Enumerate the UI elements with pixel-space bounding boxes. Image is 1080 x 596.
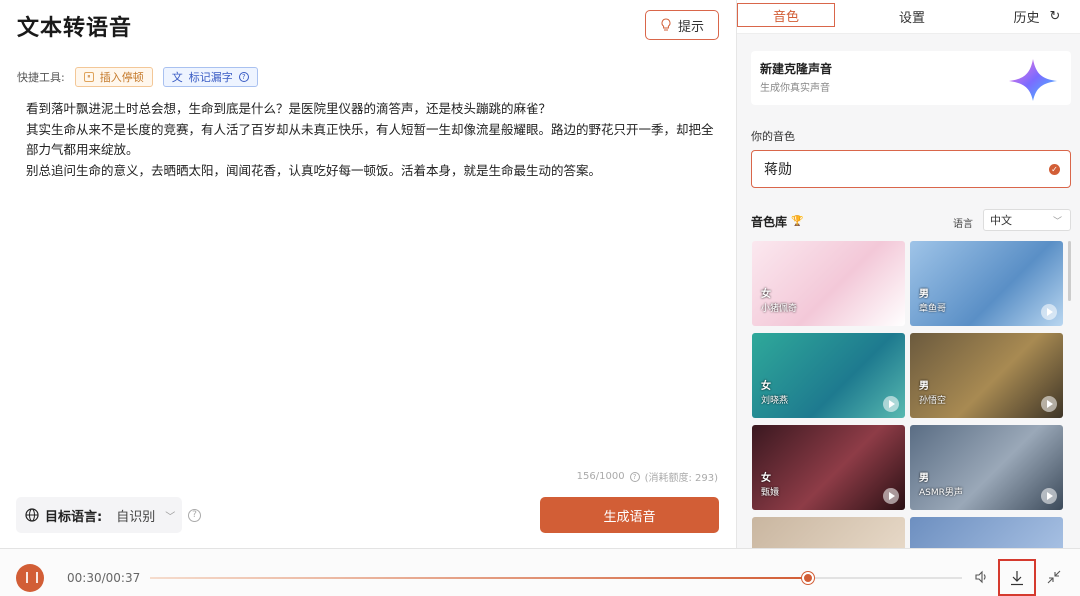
play-icon[interactable]: [883, 396, 899, 412]
voice-grid-scrollbar[interactable]: [1068, 241, 1071, 301]
insert-pause-label: 插入停顿: [99, 71, 144, 84]
text-line: 其实生命从来不是长度的竞赛，有人活了百岁却从未真正快乐，有人短暂一生却像流星般耀…: [26, 121, 714, 158]
progress-fill: [150, 577, 808, 579]
editor-panel: 文本转语音 提示 快捷工具: ⏸ 插入停顿 文 标记漏字 ? 看到落叶飘进泥土时…: [0, 0, 736, 548]
voice-library-label: 音色库: [751, 215, 788, 229]
play-icon[interactable]: [1041, 396, 1057, 412]
tts-app: 文本转语音 提示 快捷工具: ⏸ 插入停顿 文 标记漏字 ? 看到落叶飘进泥土时…: [0, 0, 1080, 596]
voice-gender: 男: [919, 473, 929, 484]
clone-subtitle: 生成你真实声音: [760, 83, 830, 94]
volume-icon[interactable]: [974, 570, 988, 584]
text-line: 别总追问生命的意义，去晒晒太阳，闻闻花香，认真吃好每一顿饭。活着本身，就是生命最…: [26, 162, 602, 178]
your-voice-label: 你的音色: [751, 130, 795, 143]
hint-label: 提示: [677, 19, 704, 35]
quota-text: (消耗额度: 293): [644, 473, 718, 484]
voice-gender: 女: [761, 473, 771, 484]
play-icon[interactable]: [1041, 304, 1057, 320]
quick-tools-label: 快捷工具:: [17, 71, 65, 84]
sparkle-icon: [1009, 59, 1057, 101]
play-icon[interactable]: [1041, 488, 1057, 504]
pause-icon: ⏸: [83, 72, 94, 82]
target-language-value: 自识别: [116, 509, 156, 525]
voice-gender: 女: [761, 381, 771, 392]
download-button[interactable]: [998, 559, 1036, 596]
page-title: 文本转语音: [17, 16, 133, 41]
mark-missing-label: 标记漏字: [188, 71, 233, 84]
voice-name: ASMR男声: [919, 488, 963, 498]
voice-gender: 男: [919, 381, 929, 392]
voice-name: 孙悟空: [919, 396, 947, 406]
insert-pause-button[interactable]: ⏸ 插入停顿: [74, 67, 153, 87]
selected-voice-name: 蒋勋: [764, 162, 792, 178]
play-pause-button[interactable]: [16, 564, 44, 592]
playback-time: 00:30/00:37: [67, 571, 141, 585]
voice-card[interactable]: 男 ASMR男声: [910, 425, 1063, 510]
voice-card[interactable]: [910, 517, 1063, 548]
new-clone-voice-card[interactable]: 新建克隆声音 生成你真实声音: [751, 51, 1071, 105]
language-select[interactable]: 中文 ﹀: [983, 209, 1071, 231]
target-language-label: 目标语言:: [45, 509, 103, 525]
help-icon[interactable]: ?: [238, 72, 249, 82]
voice-card[interactable]: 女 甄嬛: [752, 425, 905, 510]
voice-gender: 男: [919, 289, 929, 300]
voice-name: 小猪佩奇: [761, 304, 798, 314]
generate-speech-button[interactable]: 生成语音: [540, 497, 719, 533]
target-language-select[interactable]: 目标语言: 自识别 ﹀: [16, 497, 182, 533]
voice-panel: 音色 设置 历史 ↻ 新建克隆声音 生成你真实声音 你的音色 蒋勋 ✓ 音色库 …: [736, 0, 1080, 548]
chevron-down-icon: ﹀: [1052, 216, 1062, 227]
char-count: 156/1000: [576, 471, 625, 482]
language-label: 语言: [953, 219, 973, 230]
voice-grid: 女 小猪佩奇 男 章鱼哥 女 刘晓燕 男 孙悟空 女 甄嬛 男 ASMR男声: [752, 241, 1064, 548]
collapse-icon[interactable]: [1047, 570, 1061, 584]
panel-tabs: 音色 设置 历史 ↻: [737, 0, 1080, 34]
download-icon: [1011, 570, 1023, 585]
progress-knob[interactable]: [801, 572, 814, 584]
voice-card[interactable]: [752, 517, 905, 548]
tab-settings[interactable]: 设置: [872, 0, 952, 32]
clone-title: 新建克隆声音: [760, 62, 833, 76]
voice-library-title: 音色库 🏆: [751, 213, 803, 230]
globe-icon: [25, 508, 39, 522]
voice-name: 甄嬛: [761, 488, 780, 498]
tab-history[interactable]: 历史 ↻: [997, 0, 1077, 32]
mark-missing-button[interactable]: 文 标记漏字 ?: [162, 67, 258, 87]
chevron-down-icon: ﹀: [165, 511, 176, 523]
translate-icon: 文: [171, 71, 183, 84]
voice-card[interactable]: 女 刘晓燕: [752, 333, 905, 418]
hint-button[interactable]: 提示: [645, 10, 719, 40]
text-editor[interactable]: 看到落叶飘进泥土时总会想，生命到底是什么？是医院里仪器的滴答声，还是枝头蹦跳的麻…: [26, 99, 716, 181]
play-icon[interactable]: [883, 488, 899, 504]
refresh-icon[interactable]: ↻: [1050, 9, 1061, 24]
help-icon[interactable]: ?: [188, 509, 201, 522]
audio-player: 00:30/00:37: [0, 548, 1080, 596]
voice-name: 章鱼哥: [919, 304, 947, 314]
lightbulb-icon: [661, 18, 671, 31]
selected-voice-field[interactable]: 蒋勋 ✓: [751, 150, 1071, 188]
voice-card[interactable]: 男 章鱼哥: [910, 241, 1063, 326]
text-line: 看到落叶飘进泥土时总会想，生命到底是什么？是医院里仪器的滴答声，还是枝头蹦跳的麻…: [26, 101, 552, 116]
voice-card[interactable]: 女 小猪佩奇: [752, 241, 905, 326]
language-value: 中文: [990, 214, 1012, 227]
help-icon[interactable]: ?: [629, 471, 640, 482]
tab-history-label: 历史: [1013, 10, 1040, 26]
quick-tools: 快捷工具: ⏸ 插入停顿 文 标记漏字 ?: [17, 67, 258, 87]
check-icon: ✓: [1049, 164, 1060, 175]
trophy-icon: 🏆: [791, 216, 804, 227]
voice-gender: 女: [761, 289, 771, 300]
voice-card[interactable]: 男 孙悟空: [910, 333, 1063, 418]
progress-track[interactable]: [150, 572, 962, 584]
voice-name: 刘晓燕: [761, 396, 789, 406]
char-counter: 156/1000 ? (消耗额度: 293): [577, 469, 718, 484]
tab-voice[interactable]: 音色: [737, 3, 835, 27]
